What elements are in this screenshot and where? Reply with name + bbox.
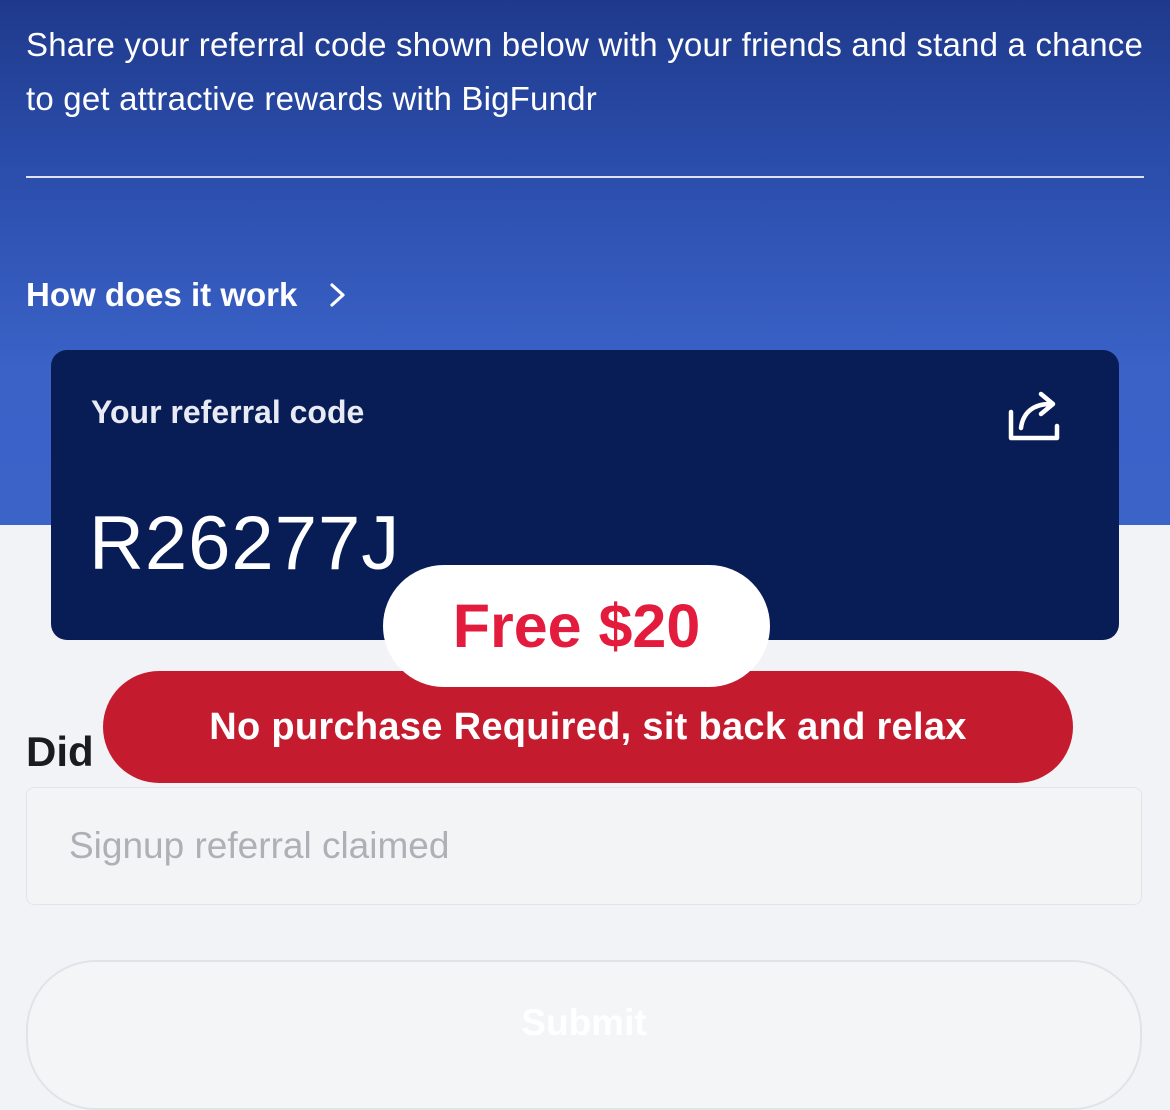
referral-claim-input[interactable] [27, 788, 1141, 904]
share-icon[interactable] [1006, 388, 1064, 446]
section-heading: Did [26, 728, 94, 775]
how-does-it-work-link[interactable]: How does it work [26, 276, 349, 314]
referral-intro-text: Share your referral code shown below wit… [26, 26, 1144, 117]
referral-code-label: Your referral code [91, 394, 365, 430]
submit-button[interactable]: Submit [26, 960, 1142, 1110]
referral-claim-field[interactable] [26, 787, 1142, 905]
chevron-right-icon [330, 283, 345, 307]
promo-badge: Free $20 [383, 565, 770, 687]
referral-code-value: R26277J [89, 501, 401, 586]
divider [26, 176, 1144, 178]
submit-button-label: Submit [521, 1002, 647, 1043]
how-does-it-work-label: How does it work [26, 276, 298, 313]
promo-banner: No purchase Required, sit back and relax [103, 671, 1073, 783]
